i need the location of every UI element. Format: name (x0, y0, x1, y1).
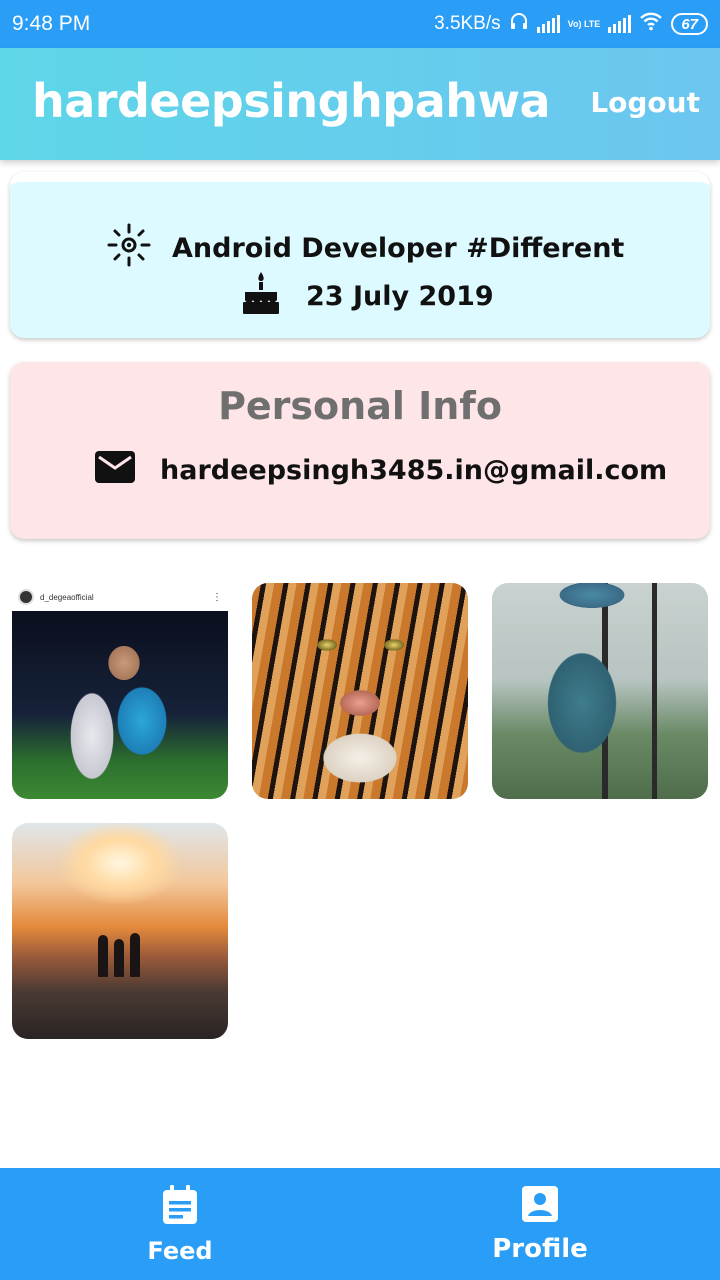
profile-username: hardeepsinghpahwa (32, 74, 551, 128)
status-icons: 3.5KB/s Vo) LTE 67 (434, 11, 708, 37)
birthday-row: 23 July 2019 (242, 270, 494, 323)
nav-profile[interactable]: Profile (360, 1168, 720, 1280)
brightness-icon (106, 222, 152, 275)
nav-profile-label: Profile (492, 1233, 588, 1264)
logout-button[interactable]: Logout (590, 86, 700, 119)
app-bar: hardeepsinghpahwa Logout (0, 48, 720, 160)
battery-indicator: 67 (671, 13, 708, 35)
cake-icon (242, 270, 280, 323)
post-image (12, 611, 228, 799)
nav-feed-label: Feed (147, 1236, 213, 1265)
post-header-username: d_degeaofficial (40, 592, 94, 602)
joined-date: 23 July 2019 (306, 281, 494, 312)
wifi-icon (639, 11, 663, 37)
post-thumbnail[interactable] (252, 583, 468, 799)
signal-icon (536, 15, 560, 33)
about-card: Android Developer #Different 23 July 201… (10, 172, 710, 338)
more-icon: ⋮ (212, 591, 222, 603)
status-time: 9:48 PM (12, 12, 91, 35)
post-thumbnail[interactable]: d_degeaofficial ⋮ (12, 583, 228, 799)
post-thumbnail[interactable] (492, 583, 708, 799)
email-text: hardeepsingh3485.in@gmail.com (160, 455, 668, 486)
volte-icon: Vo) LTE (567, 18, 601, 29)
email-row: hardeepsingh3485.in@gmail.com (94, 450, 667, 491)
profile-icon (521, 1185, 559, 1226)
post-header: d_degeaofficial ⋮ (12, 583, 228, 611)
network-speed: 3.5KB/s (434, 13, 501, 34)
bio-row: Android Developer #Different (106, 222, 624, 275)
personal-info-title: Personal Info (218, 384, 502, 428)
headphones-icon (509, 11, 529, 37)
silhouettes (98, 933, 140, 977)
bio-text: Android Developer #Different (172, 233, 625, 264)
bottom-navigation: Feed Profile (0, 1168, 720, 1280)
nav-feed[interactable]: Feed (0, 1168, 360, 1280)
status-bar: 9:48 PM 3.5KB/s Vo) LTE 67 (0, 0, 720, 48)
mail-icon (94, 450, 136, 491)
personal-info-card: Personal Info hardeepsingh3485.in@gmail.… (10, 362, 710, 539)
avatar (18, 589, 34, 605)
post-thumbnail[interactable] (12, 823, 228, 1039)
signal-icon-2 (608, 15, 632, 33)
feed-icon (161, 1184, 199, 1229)
